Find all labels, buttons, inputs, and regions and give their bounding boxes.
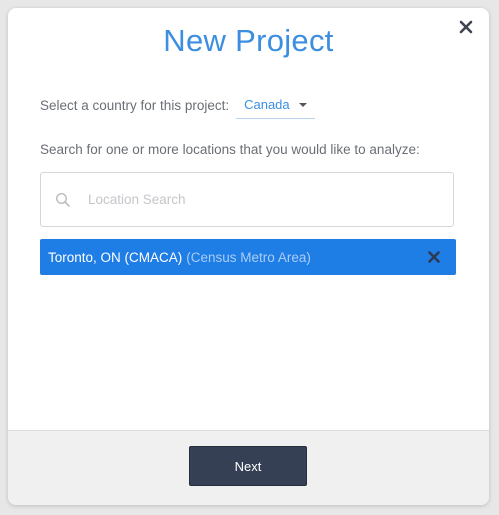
new-project-dialog: New Project Select a country for this pr… bbox=[8, 8, 489, 505]
chevron-down-icon bbox=[298, 102, 307, 107]
location-search-box[interactable] bbox=[40, 172, 454, 227]
search-icon bbox=[54, 191, 72, 209]
country-label: Select a country for this project: bbox=[40, 97, 230, 113]
location-type: (Census Metro Area) bbox=[186, 249, 311, 265]
selected-location-chip: Toronto, ON (CMACA) (Census Metro Area) bbox=[40, 239, 456, 275]
dialog-footer: Next bbox=[8, 430, 489, 505]
country-row: Select a country for this project: Canad… bbox=[40, 91, 315, 119]
remove-location-button[interactable] bbox=[427, 250, 441, 264]
location-search-input[interactable] bbox=[86, 191, 430, 208]
country-dropdown[interactable]: Canada bbox=[236, 92, 315, 119]
country-selected-value: Canada bbox=[244, 97, 290, 112]
dialog-title: New Project bbox=[163, 23, 334, 58]
remove-icon bbox=[428, 251, 440, 263]
location-name: Toronto, ON (CMACA) bbox=[48, 249, 183, 265]
search-prompt: Search for one or more locations that yo… bbox=[40, 142, 420, 157]
next-button[interactable]: Next bbox=[189, 446, 307, 486]
